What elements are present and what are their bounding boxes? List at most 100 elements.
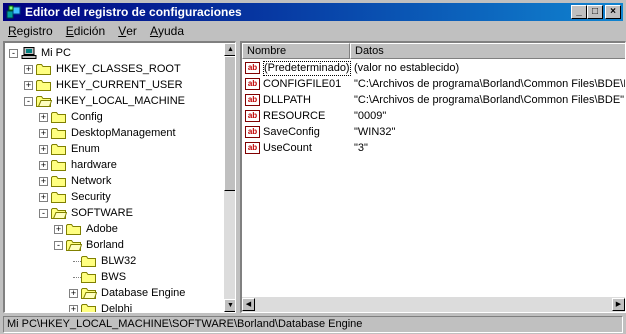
maximize-button[interactable]: □ — [587, 5, 603, 19]
string-value-icon: ab — [245, 94, 260, 106]
menu-edicion[interactable]: Edición — [61, 22, 110, 38]
tree-item-label: BWS — [101, 271, 127, 283]
folder-icon — [36, 80, 51, 91]
scroll-up-arrow-icon[interactable]: ▲ — [224, 43, 235, 56]
folder-icon — [81, 256, 96, 267]
tree-item-label: Database Engine — [101, 287, 186, 299]
tree-connector-line — [73, 277, 81, 278]
collapse-minus-icon[interactable]: - — [39, 209, 48, 218]
tree-item[interactable]: BWS — [5, 269, 221, 285]
tree-item-label: HKEY_LOCAL_MACHINE — [56, 95, 185, 107]
window-title: Editor del registro de configuraciones — [25, 5, 242, 19]
close-button[interactable]: × — [605, 5, 621, 19]
scroll-right-arrow-icon[interactable]: ▶ — [612, 298, 625, 311]
computer-icon — [21, 47, 37, 59]
value-row[interactable]: ab (Predeterminado) (valor no establecido) — [242, 60, 625, 76]
value-row[interactable]: ab CONFIGFILE01 "C:\Archivos de programa\B… — [242, 76, 625, 92]
tree-item[interactable]: - HKEY_LOCAL_MACHINE — [5, 93, 221, 109]
scroll-down-arrow-icon[interactable]: ▼ — [224, 299, 235, 312]
string-value-icon: ab — [245, 62, 260, 74]
registry-app-icon — [6, 5, 21, 19]
title-bar[interactable]: Editor del registro de configuraciones _… — [3, 3, 623, 21]
tree-item[interactable]: - SOFTWARE — [5, 205, 221, 221]
value-data: "C:\Archivos de programa\Borland\Common … — [354, 78, 626, 90]
folder-open-icon — [66, 240, 82, 251]
tree-item[interactable]: + Adobe — [5, 221, 221, 237]
value-name: CONFIGFILE01 — [263, 78, 342, 90]
tree-item-label: Mi PC — [41, 47, 71, 59]
folder-icon — [51, 112, 66, 123]
expand-plus-icon[interactable]: + — [69, 289, 78, 298]
folder-icon — [66, 224, 81, 235]
expand-plus-icon[interactable]: + — [39, 145, 48, 154]
registry-editor-window: Editor del registro de configuraciones _… — [0, 0, 626, 334]
menu-ayuda[interactable]: Ayuda — [145, 22, 189, 38]
folder-icon — [51, 128, 66, 139]
expand-plus-icon[interactable]: + — [24, 65, 33, 74]
collapse-minus-icon[interactable]: - — [24, 97, 33, 106]
folder-icon — [81, 304, 96, 312]
folder-open-icon — [51, 208, 67, 219]
value-data: "C:\Archivos de programa\Borland\Common … — [354, 94, 625, 106]
collapse-minus-icon[interactable]: - — [54, 241, 63, 250]
value-row[interactable]: ab RESOURCE "0009" — [242, 108, 625, 124]
tree-item[interactable]: + HKEY_CLASSES_ROOT — [5, 61, 221, 77]
folder-icon — [51, 176, 66, 187]
tree-item[interactable]: - Mi PC — [5, 45, 221, 61]
tree-item-label: Borland — [86, 239, 124, 251]
list-horizontal-scrollbar[interactable]: ◀ ▶ — [242, 297, 625, 312]
tree-item[interactable]: + Network — [5, 173, 221, 189]
value-row[interactable]: ab SaveConfig "WIN32" — [242, 124, 625, 140]
value-name: SaveConfig — [263, 126, 320, 138]
value-data: (valor no establecido) — [354, 62, 460, 74]
scroll-left-arrow-icon[interactable]: ◀ — [242, 298, 255, 311]
expand-plus-icon[interactable]: + — [54, 225, 63, 234]
expand-plus-icon[interactable]: + — [39, 129, 48, 138]
tree-item[interactable]: + Delphi — [5, 301, 221, 312]
menu-bar: Registro Edición Ver Ayuda — [3, 22, 623, 40]
tree-item-label: Enum — [71, 143, 100, 155]
expand-plus-icon[interactable]: + — [69, 305, 78, 312]
tree-vertical-scrollbar[interactable]: ▲ ▼ — [224, 43, 235, 312]
registry-tree-pane[interactable]: - Mi PC + HKEY_CLASSES_ROOT + HKEY_CURRENT_US… — [3, 41, 236, 313]
folder-open-icon — [81, 288, 97, 299]
folder-icon — [51, 160, 66, 171]
string-value-icon: ab — [245, 110, 260, 122]
tree-item[interactable]: + Database Engine — [5, 285, 221, 301]
tree-item-label: Adobe — [86, 223, 118, 235]
tree-item[interactable]: + hardware — [5, 157, 221, 173]
expand-plus-icon[interactable]: + — [39, 177, 48, 186]
tree-item[interactable]: BLW32 — [5, 253, 221, 269]
value-data: "0009" — [354, 110, 387, 122]
value-data: "WIN32" — [354, 126, 396, 138]
values-list-pane[interactable]: Nombre Datos ab (Predeterminado) (valor no… — [240, 41, 626, 313]
folder-open-icon — [36, 96, 52, 107]
tree-item[interactable]: + Enum — [5, 141, 221, 157]
tree-item-label: HKEY_CLASSES_ROOT — [56, 63, 181, 75]
tree-item[interactable]: + HKEY_CURRENT_USER — [5, 77, 221, 93]
tree-item[interactable]: + DesktopManagement — [5, 125, 221, 141]
value-name: RESOURCE — [263, 110, 326, 122]
expand-plus-icon[interactable]: + — [39, 113, 48, 122]
menu-registro[interactable]: Registro — [3, 22, 58, 38]
collapse-minus-icon[interactable]: - — [9, 49, 18, 58]
column-header-datos[interactable]: Datos — [350, 43, 625, 59]
tree-item[interactable]: - Borland — [5, 237, 221, 253]
expand-plus-icon[interactable]: + — [39, 193, 48, 202]
tree-item[interactable]: + Security — [5, 189, 221, 205]
string-value-icon: ab — [245, 142, 260, 154]
minimize-button[interactable]: _ — [571, 5, 587, 19]
tree-connector-line — [73, 261, 81, 262]
tree-item-label: HKEY_CURRENT_USER — [56, 79, 183, 91]
tree-scroll-thumb[interactable] — [224, 56, 235, 191]
folder-icon — [51, 192, 66, 203]
tree-item[interactable]: + Config — [5, 109, 221, 125]
menu-ver[interactable]: Ver — [113, 22, 142, 38]
value-name: DLLPATH — [263, 94, 311, 106]
expand-plus-icon[interactable]: + — [24, 81, 33, 90]
value-row[interactable]: ab DLLPATH "C:\Archivos de programa\Borlan… — [242, 92, 625, 108]
value-row[interactable]: ab UseCount "3" — [242, 140, 625, 156]
expand-plus-icon[interactable]: + — [39, 161, 48, 170]
column-header-nombre[interactable]: Nombre — [242, 43, 350, 59]
tree-item-label: SOFTWARE — [71, 207, 133, 219]
